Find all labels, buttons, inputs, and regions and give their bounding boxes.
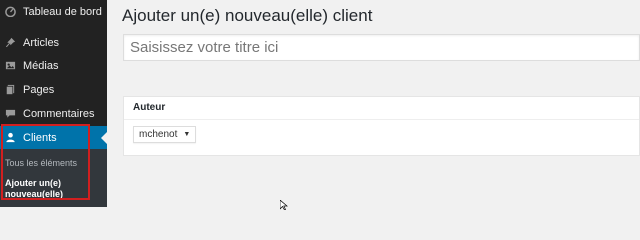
sidebar-item-medias[interactable]: Médias: [0, 54, 107, 77]
sidebar-item-label: Tableau de bord: [23, 5, 102, 18]
sidebar-item-label: Pages: [23, 83, 55, 96]
dashboard-icon: [1, 6, 19, 17]
comment-icon: [1, 108, 19, 119]
submenu-add-new[interactable]: Ajouter un(e) nouveau(elle): [5, 178, 85, 200]
author-metabox-header[interactable]: Auteur: [124, 97, 639, 120]
clients-submenu: Tous les éléments Ajouter un(e) nouveau(…: [0, 149, 107, 207]
sidebar-item-label: Clients: [23, 131, 57, 144]
media-icon: [1, 60, 19, 71]
sidebar-item-commentaires[interactable]: Commentaires: [0, 102, 107, 125]
author-select[interactable]: mchenot ▼: [133, 126, 197, 143]
page-title: Ajouter un(e) nouveau(elle) client: [122, 6, 373, 25]
author-select-value: mchenot: [139, 129, 178, 140]
sidebar-item-pages[interactable]: Pages: [0, 78, 107, 101]
author-metabox-title: Auteur: [133, 102, 166, 113]
author-metabox: Auteur mchenot ▼: [123, 96, 640, 156]
mouse-cursor-icon: [280, 200, 288, 210]
sidebar-item-articles[interactable]: Articles: [0, 31, 107, 54]
sidebar-item-label: Articles: [23, 36, 60, 49]
submenu-all-items[interactable]: Tous les éléments: [5, 158, 77, 169]
sidebar-item-label: Commentaires: [23, 107, 95, 120]
pages-icon: [1, 84, 19, 95]
sidebar-item-clients[interactable]: Clients: [0, 126, 107, 149]
sidebar-item-dashboard[interactable]: Tableau de bord: [0, 0, 107, 23]
user-icon: [1, 132, 19, 143]
dropdown-caret-icon: ▼: [183, 131, 191, 138]
title-input[interactable]: [123, 34, 640, 61]
pin-icon: [1, 37, 19, 48]
admin-sidebar: Tableau de bord Articles Médias Pages Co…: [0, 0, 107, 207]
active-indicator-arrow: [101, 132, 107, 144]
sidebar-item-label: Médias: [23, 59, 59, 72]
